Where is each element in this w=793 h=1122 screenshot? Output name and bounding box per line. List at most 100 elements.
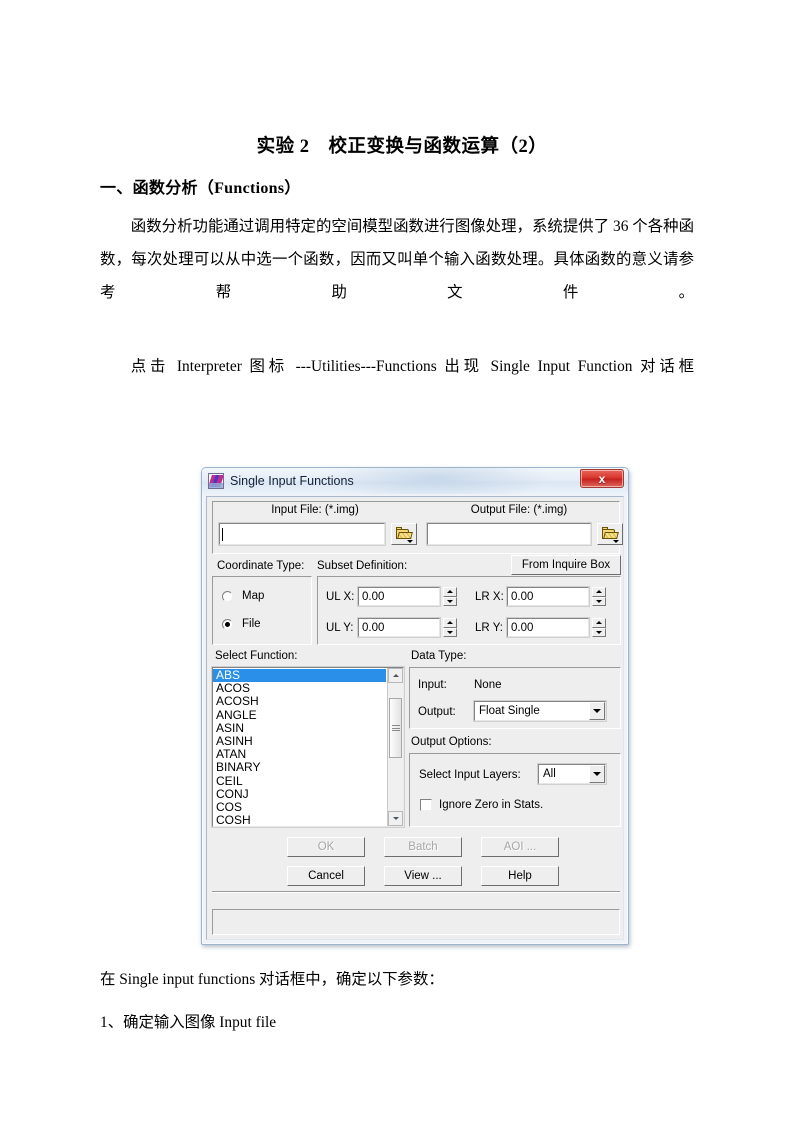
grip-icon: [391, 724, 400, 733]
radio-circle-icon: [222, 590, 233, 602]
radio-file-label: File: [242, 618, 261, 630]
lr-y-row: LR Y: 0.00: [475, 617, 606, 638]
lr-y-stepper[interactable]: [592, 618, 606, 637]
list-item[interactable]: BINARY: [213, 761, 386, 774]
from-inquire-box-button[interactable]: From Inquire Box: [511, 555, 621, 575]
select-input-layers-select[interactable]: All: [537, 763, 607, 785]
output-options-label: Output Options:: [411, 736, 492, 748]
paragraph-4: 1、确定输入图像 Input file: [100, 1014, 277, 1031]
output-options-group: Select Input Layers: All Ignore Zero in …: [409, 753, 621, 827]
radio-map-label: Map: [242, 590, 265, 602]
radio-map[interactable]: Map: [222, 590, 264, 602]
ignore-zero-label: Ignore Zero in Stats.: [439, 799, 544, 811]
data-type-input-value: None: [474, 679, 502, 691]
input-file-browse-button[interactable]: [391, 523, 417, 545]
stepper-up-icon[interactable]: [592, 618, 606, 628]
divider: [212, 891, 620, 893]
stepper-down-icon[interactable]: [443, 596, 457, 606]
subset-definition-label: Subset Definition:: [317, 560, 408, 572]
list-item[interactable]: CEIL: [213, 774, 386, 788]
lr-x-value: 0.00: [511, 590, 534, 603]
stepper-up-icon[interactable]: [443, 587, 457, 597]
erdas-app-icon: [208, 473, 224, 489]
open-folder-icon: [395, 527, 413, 543]
ul-y-input[interactable]: 0.00: [357, 617, 441, 638]
select-function-listbox[interactable]: ABS ACOS ACOSH ANGLE ASIN ASINH ATAN BIN…: [211, 666, 405, 828]
coordinate-type-label: Coordinate Type:: [217, 560, 305, 572]
ignore-zero-checkbox-row[interactable]: Ignore Zero in Stats.: [420, 799, 543, 811]
output-file-browse-button[interactable]: [597, 523, 623, 545]
lr-x-label: LR X:: [475, 590, 504, 603]
paragraph-1: 函数分析功能通过调用特定的空间模型函数进行图像处理，系统提供了 36 个各种函数…: [100, 218, 694, 301]
output-data-type-select[interactable]: Float Single: [473, 700, 607, 722]
help-button[interactable]: Help: [481, 866, 559, 886]
ul-y-value: 0.00: [362, 621, 385, 634]
data-type-label: Data Type:: [411, 650, 467, 662]
lr-x-input[interactable]: 0.00: [506, 586, 590, 607]
ul-x-stepper[interactable]: [443, 587, 457, 606]
file-panel: Input File: (*.img) Output File: (*.img): [212, 501, 623, 554]
ul-x-row: UL X: 0.00: [326, 586, 457, 607]
select-function-items: ABS ACOS ACOSH ANGLE ASIN ASINH ATAN BIN…: [213, 668, 386, 826]
paragraph-2: 点击 Interpreter 图标 ---Utilities---Functio…: [130, 358, 694, 375]
select-function-label: Select Function:: [215, 650, 298, 662]
stepper-up-icon[interactable]: [592, 587, 606, 597]
checkbox-icon[interactable]: [420, 799, 432, 811]
ok-button[interactable]: OK: [287, 837, 365, 857]
data-type-output-label: Output:: [418, 706, 456, 718]
subset-definition-group: UL X: 0.00 LR X: 0.00 UL Y: 0.00 LR Y: 0…: [317, 576, 621, 645]
radio-circle-selected-icon: [222, 618, 233, 630]
lr-x-stepper[interactable]: [592, 587, 606, 606]
document-body: 实验 2 校正变换与函数运算（2） 一、函数分析（Functions） 函数分析…: [100, 132, 694, 420]
list-item[interactable]: ANGLE: [213, 708, 386, 722]
page-title: 实验 2 校正变换与函数运算（2）: [256, 137, 548, 157]
output-file-input[interactable]: [426, 522, 592, 546]
view-button[interactable]: View ...: [384, 866, 462, 886]
lr-x-row: LR X: 0.00: [475, 586, 606, 607]
text-caret: [222, 527, 223, 541]
chevron-down-icon[interactable]: [589, 765, 605, 783]
cancel-button[interactable]: Cancel: [287, 866, 365, 886]
stepper-up-icon[interactable]: [443, 618, 457, 628]
stepper-down-icon[interactable]: [443, 627, 457, 637]
coordinate-type-group: Map File: [212, 576, 312, 645]
data-type-group: Input: None Output: Float Single: [409, 667, 621, 729]
document-page: 实验 2 校正变换与函数运算（2） 一、函数分析（Functions） 函数分析…: [0, 0, 793, 1122]
ul-x-input[interactable]: 0.00: [357, 586, 441, 607]
select-input-layers-value: All: [543, 768, 556, 780]
scroll-up-icon[interactable]: [388, 668, 403, 683]
output-file-label: Output File: (*.img): [470, 504, 568, 516]
section-heading: 一、函数分析（Functions）: [100, 180, 301, 197]
listbox-scrollbar[interactable]: [387, 668, 403, 826]
aoi-button[interactable]: AOI ...: [481, 837, 559, 857]
input-file-label: Input File: (*.img): [271, 504, 359, 516]
dialog-title: Single Input Functions: [230, 474, 354, 488]
stepper-down-icon[interactable]: [592, 596, 606, 606]
lr-y-value: 0.00: [511, 621, 534, 634]
input-file-input[interactable]: [218, 522, 386, 546]
stepper-down-icon[interactable]: [592, 627, 606, 637]
ul-x-label: UL X:: [326, 590, 355, 603]
select-input-layers-label: Select Input Layers:: [419, 769, 521, 781]
data-type-input-label: Input:: [418, 679, 447, 691]
list-item[interactable]: COSH: [213, 814, 386, 826]
output-data-type-value: Float Single: [479, 705, 540, 717]
single-input-functions-dialog[interactable]: Single Input Functions x Input File: (*.…: [201, 467, 633, 951]
ul-y-label: UL Y:: [326, 621, 354, 634]
scroll-down-icon[interactable]: [388, 811, 403, 826]
dialog-titlebar[interactable]: Single Input Functions x: [202, 468, 628, 494]
lr-y-input[interactable]: 0.00: [506, 617, 590, 638]
paragraph-3: 在 Single input functions 对话框中，确定以下参数：: [100, 971, 444, 988]
list-item[interactable]: ACOSH: [213, 695, 386, 708]
document-body-lower: 在 Single input functions 对话框中，确定以下参数： 1、…: [100, 963, 694, 1039]
close-icon[interactable]: x: [580, 469, 624, 488]
status-bar: [212, 909, 620, 935]
scrollbar-thumb[interactable]: [389, 698, 402, 758]
dialog-client-area: Input File: (*.img) Output File: (*.img): [206, 496, 624, 940]
lr-y-label: LR Y:: [475, 621, 503, 634]
batch-button[interactable]: Batch: [384, 837, 462, 857]
chevron-down-icon[interactable]: [589, 702, 605, 720]
radio-file[interactable]: File: [222, 618, 261, 630]
ul-y-row: UL Y: 0.00: [326, 617, 457, 638]
ul-y-stepper[interactable]: [443, 618, 457, 637]
